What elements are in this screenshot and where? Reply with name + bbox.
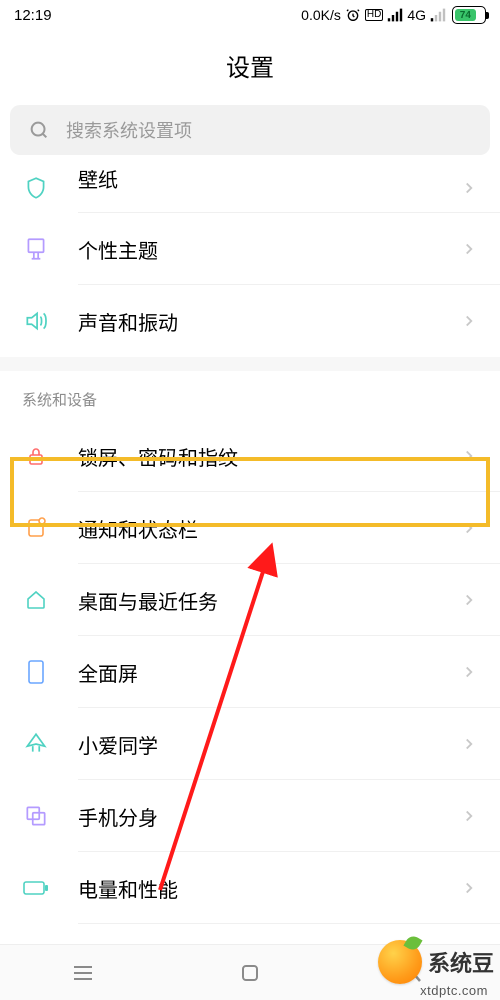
row-label: 全面屏 xyxy=(78,658,138,687)
chevron-right-icon xyxy=(460,447,478,465)
search-icon xyxy=(28,119,50,141)
row-label: 个性主题 xyxy=(78,235,158,264)
row-label: 桌面与最近任务 xyxy=(78,586,218,615)
status-hd: HD xyxy=(365,9,383,21)
settings-row-notifications[interactable]: 通知和状态栏 xyxy=(0,492,500,564)
battery-icon xyxy=(22,874,50,902)
watermark-text: 系统豆 xyxy=(428,946,494,978)
chevron-right-icon xyxy=(460,591,478,609)
row-label: 锁屏、密码和指纹 xyxy=(78,442,238,471)
theme-icon xyxy=(22,235,50,263)
status-speed: 0.0K/s xyxy=(301,7,341,23)
settings-row-desktop[interactable]: 桌面与最近任务 xyxy=(0,564,500,636)
sound-icon xyxy=(22,307,50,335)
nav-home-button[interactable] xyxy=(220,953,280,993)
settings-row-theme[interactable]: 个性主题 xyxy=(0,213,500,285)
status-network: 4G xyxy=(407,7,426,23)
watermark: 系统豆 xyxy=(368,934,500,990)
status-time: 12:19 xyxy=(14,7,52,24)
chevron-right-icon xyxy=(460,312,478,330)
chevron-right-icon xyxy=(460,179,478,197)
battery-pct: 74 xyxy=(455,9,476,21)
signal2-icon xyxy=(430,8,446,22)
row-label: 壁纸 xyxy=(78,164,118,193)
chevron-right-icon xyxy=(460,879,478,897)
section-header: 系统和设备 xyxy=(0,371,500,420)
row-label: 通知和状态栏 xyxy=(78,514,198,543)
clone-icon xyxy=(22,802,50,830)
settings-row-lock[interactable]: 锁屏、密码和指纹 xyxy=(0,420,500,492)
settings-row-clone[interactable]: 手机分身 xyxy=(0,780,500,852)
home-icon xyxy=(22,586,50,614)
chevron-right-icon xyxy=(460,735,478,753)
signal-icon xyxy=(387,8,403,22)
chevron-right-icon xyxy=(460,807,478,825)
settings-row-fullscreen[interactable]: 全面屏 xyxy=(0,636,500,708)
shield-icon xyxy=(22,174,50,202)
lock-icon xyxy=(22,442,50,470)
chevron-right-icon xyxy=(460,663,478,681)
chevron-right-icon xyxy=(460,519,478,537)
search-input[interactable]: 搜索系统设置项 xyxy=(10,105,490,155)
search-placeholder: 搜索系统设置项 xyxy=(66,117,192,143)
battery-icon: 74 xyxy=(452,6,486,24)
row-label: 手机分身 xyxy=(78,802,158,831)
alarm-icon xyxy=(345,7,361,23)
xiaoai-icon xyxy=(22,730,50,758)
row-label: 小爱同学 xyxy=(78,730,158,759)
watermark-url: xtdptc.com xyxy=(420,983,488,998)
settings-row-sound[interactable]: 声音和振动 xyxy=(0,285,500,357)
row-label: 声音和振动 xyxy=(78,307,178,336)
notif-icon xyxy=(22,514,50,542)
status-bar: 12:19 0.0K/s HD 4G 74 xyxy=(0,0,500,30)
settings-row-wallpaper[interactable]: 壁纸 xyxy=(0,163,500,213)
section-gap xyxy=(0,357,500,371)
nav-recent-button[interactable] xyxy=(53,953,113,993)
chevron-right-icon xyxy=(460,240,478,258)
row-label: 电量和性能 xyxy=(78,874,178,903)
settings-row-xiaoai[interactable]: 小爱同学 xyxy=(0,708,500,780)
fullscreen-icon xyxy=(22,658,50,686)
settings-row-battery[interactable]: 电量和性能 xyxy=(0,852,500,924)
page-title: 设置 xyxy=(0,30,500,105)
watermark-logo xyxy=(378,940,422,984)
